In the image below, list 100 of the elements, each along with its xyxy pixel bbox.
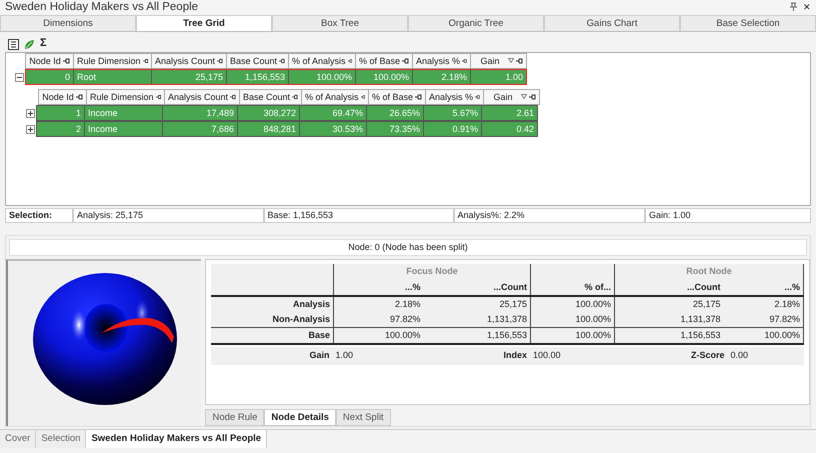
- group-header: Root Node: [614, 264, 804, 280]
- filter-icon[interactable]: [521, 94, 527, 100]
- window-title: Sweden Holiday Makers vs All People: [5, 0, 198, 14]
- table-cell: 100.00%: [356, 70, 412, 84]
- stat-value: 0.00: [730, 350, 748, 361]
- table-cell: 69.47%: [300, 106, 366, 120]
- column-header[interactable]: Analysis %: [412, 54, 470, 68]
- column-header[interactable]: Analysis %: [426, 90, 484, 104]
- pin-icon[interactable]: [63, 58, 70, 64]
- pin-icon[interactable]: [415, 94, 422, 100]
- table-cell: 7,686: [162, 122, 238, 136]
- sum-button[interactable]: Σ: [40, 37, 47, 51]
- pin-icon[interactable]: [292, 94, 298, 100]
- pin-icon[interactable]: [142, 58, 148, 64]
- pin-icon[interactable]: [516, 58, 523, 64]
- table-cell: 2.18%: [412, 70, 470, 84]
- row-label: Base: [211, 328, 334, 344]
- row-label: Non-Analysis: [211, 312, 334, 328]
- column-header[interactable]: % of Analysis: [288, 54, 356, 68]
- pin-icon[interactable]: [348, 58, 352, 64]
- table-cell: 308,272: [238, 106, 300, 120]
- table-cell: 0: [26, 70, 74, 84]
- expand-icon[interactable]: [26, 124, 35, 134]
- stat-label: Gain: [308, 350, 330, 361]
- pin-icon[interactable]: [76, 94, 83, 100]
- column-header[interactable]: % of Base: [356, 54, 412, 68]
- column-header[interactable]: Node Id: [26, 54, 74, 68]
- status-field: Base: 1,156,553: [264, 208, 454, 223]
- close-icon[interactable]: ✕: [803, 2, 811, 13]
- sheet-tab[interactable]: Selection: [36, 430, 86, 448]
- column-header[interactable]: Rule Dimension: [74, 54, 152, 68]
- column-header[interactable]: Base Count: [226, 54, 288, 68]
- table-cell: 100.00%: [333, 328, 424, 344]
- table-cell: 73.35%: [366, 122, 424, 136]
- tab[interactable]: Dimensions: [0, 15, 136, 31]
- table-cell: 1,156,553: [423, 328, 530, 344]
- column-header[interactable]: Rule Dimension: [86, 90, 164, 104]
- tab[interactable]: Tree Grid: [136, 15, 272, 31]
- table-cell: 100.00%: [530, 312, 614, 328]
- table-cell: Income: [84, 106, 162, 120]
- column-header[interactable]: % of Base: [368, 90, 426, 104]
- selection-label: Selection:: [5, 208, 73, 223]
- table-cell: 1: [36, 106, 84, 120]
- column-header: ...Count: [423, 280, 530, 296]
- expand-icon[interactable]: [26, 108, 35, 118]
- tab[interactable]: Organic Tree: [408, 15, 544, 31]
- column-header[interactable]: Node Id: [38, 90, 86, 104]
- table-cell: 100.00%: [724, 328, 804, 344]
- table-cell: 5.67%: [424, 106, 482, 120]
- column-header[interactable]: Gain: [484, 90, 540, 104]
- sheet-tab[interactable]: Sweden Holiday Makers vs All People: [86, 430, 268, 448]
- table-cell: 1,156,553: [614, 328, 724, 344]
- column-header[interactable]: % of Analysis: [302, 90, 368, 104]
- list-icon[interactable]: [8, 38, 19, 50]
- column-header[interactable]: Base Count: [240, 90, 302, 104]
- table-cell: 848,281: [238, 122, 300, 136]
- pin-icon[interactable]: [217, 58, 223, 64]
- pin-icon[interactable]: [279, 58, 285, 64]
- pin-icon[interactable]: [790, 2, 797, 12]
- pin-icon[interactable]: [475, 94, 480, 100]
- pin-icon[interactable]: [156, 94, 161, 100]
- table-cell: Root: [74, 70, 152, 84]
- pin-icon[interactable]: [462, 58, 467, 64]
- collapse-icon[interactable]: [15, 72, 24, 82]
- column-header[interactable]: Analysis Count: [164, 90, 240, 104]
- table-cell: 25,175: [152, 70, 226, 84]
- column-header[interactable]: Gain: [470, 54, 526, 68]
- column-header[interactable]: Analysis Count: [152, 54, 226, 68]
- table-cell: 26.65%: [366, 106, 424, 120]
- table-cell: 0.42: [482, 122, 538, 136]
- table-cell: 0.91%: [424, 122, 482, 136]
- pin-icon[interactable]: [402, 58, 409, 64]
- pin-icon[interactable]: [230, 94, 236, 100]
- column-header: ...%: [333, 280, 424, 296]
- table-cell: 100.00%: [530, 328, 614, 344]
- column-header: % of...: [530, 280, 614, 296]
- stat-label: Z-Score: [690, 350, 724, 361]
- table-cell: 1,131,378: [423, 312, 530, 328]
- node-title: Node: 0 (Node has been split): [9, 239, 807, 256]
- stat-label: Index: [502, 350, 527, 361]
- stat-value: 1.00: [335, 350, 354, 361]
- pin-icon[interactable]: [529, 94, 536, 100]
- pin-icon[interactable]: [360, 94, 365, 100]
- table-cell: 1,156,553: [226, 70, 288, 84]
- sheet-tab[interactable]: Cover: [0, 430, 36, 448]
- leaf-icon[interactable]: [24, 38, 35, 50]
- table-cell: 1.00: [470, 70, 526, 84]
- status-field: Analysis%: 2.2%: [454, 208, 645, 223]
- group-header: Focus Node: [333, 264, 530, 280]
- tab[interactable]: Base Selection: [680, 15, 816, 31]
- tab[interactable]: Node Rule: [205, 408, 264, 426]
- tab[interactable]: Gains Chart: [544, 15, 680, 31]
- filter-icon[interactable]: [508, 58, 514, 64]
- table-cell: 17,489: [162, 106, 238, 120]
- table-cell: 30.53%: [300, 122, 366, 136]
- column-header: ...Count: [614, 280, 724, 296]
- tab[interactable]: Next Split: [336, 408, 391, 426]
- tab[interactable]: Node Details: [264, 408, 336, 426]
- tab[interactable]: Box Tree: [272, 15, 408, 31]
- table-cell: 2.61: [482, 106, 538, 120]
